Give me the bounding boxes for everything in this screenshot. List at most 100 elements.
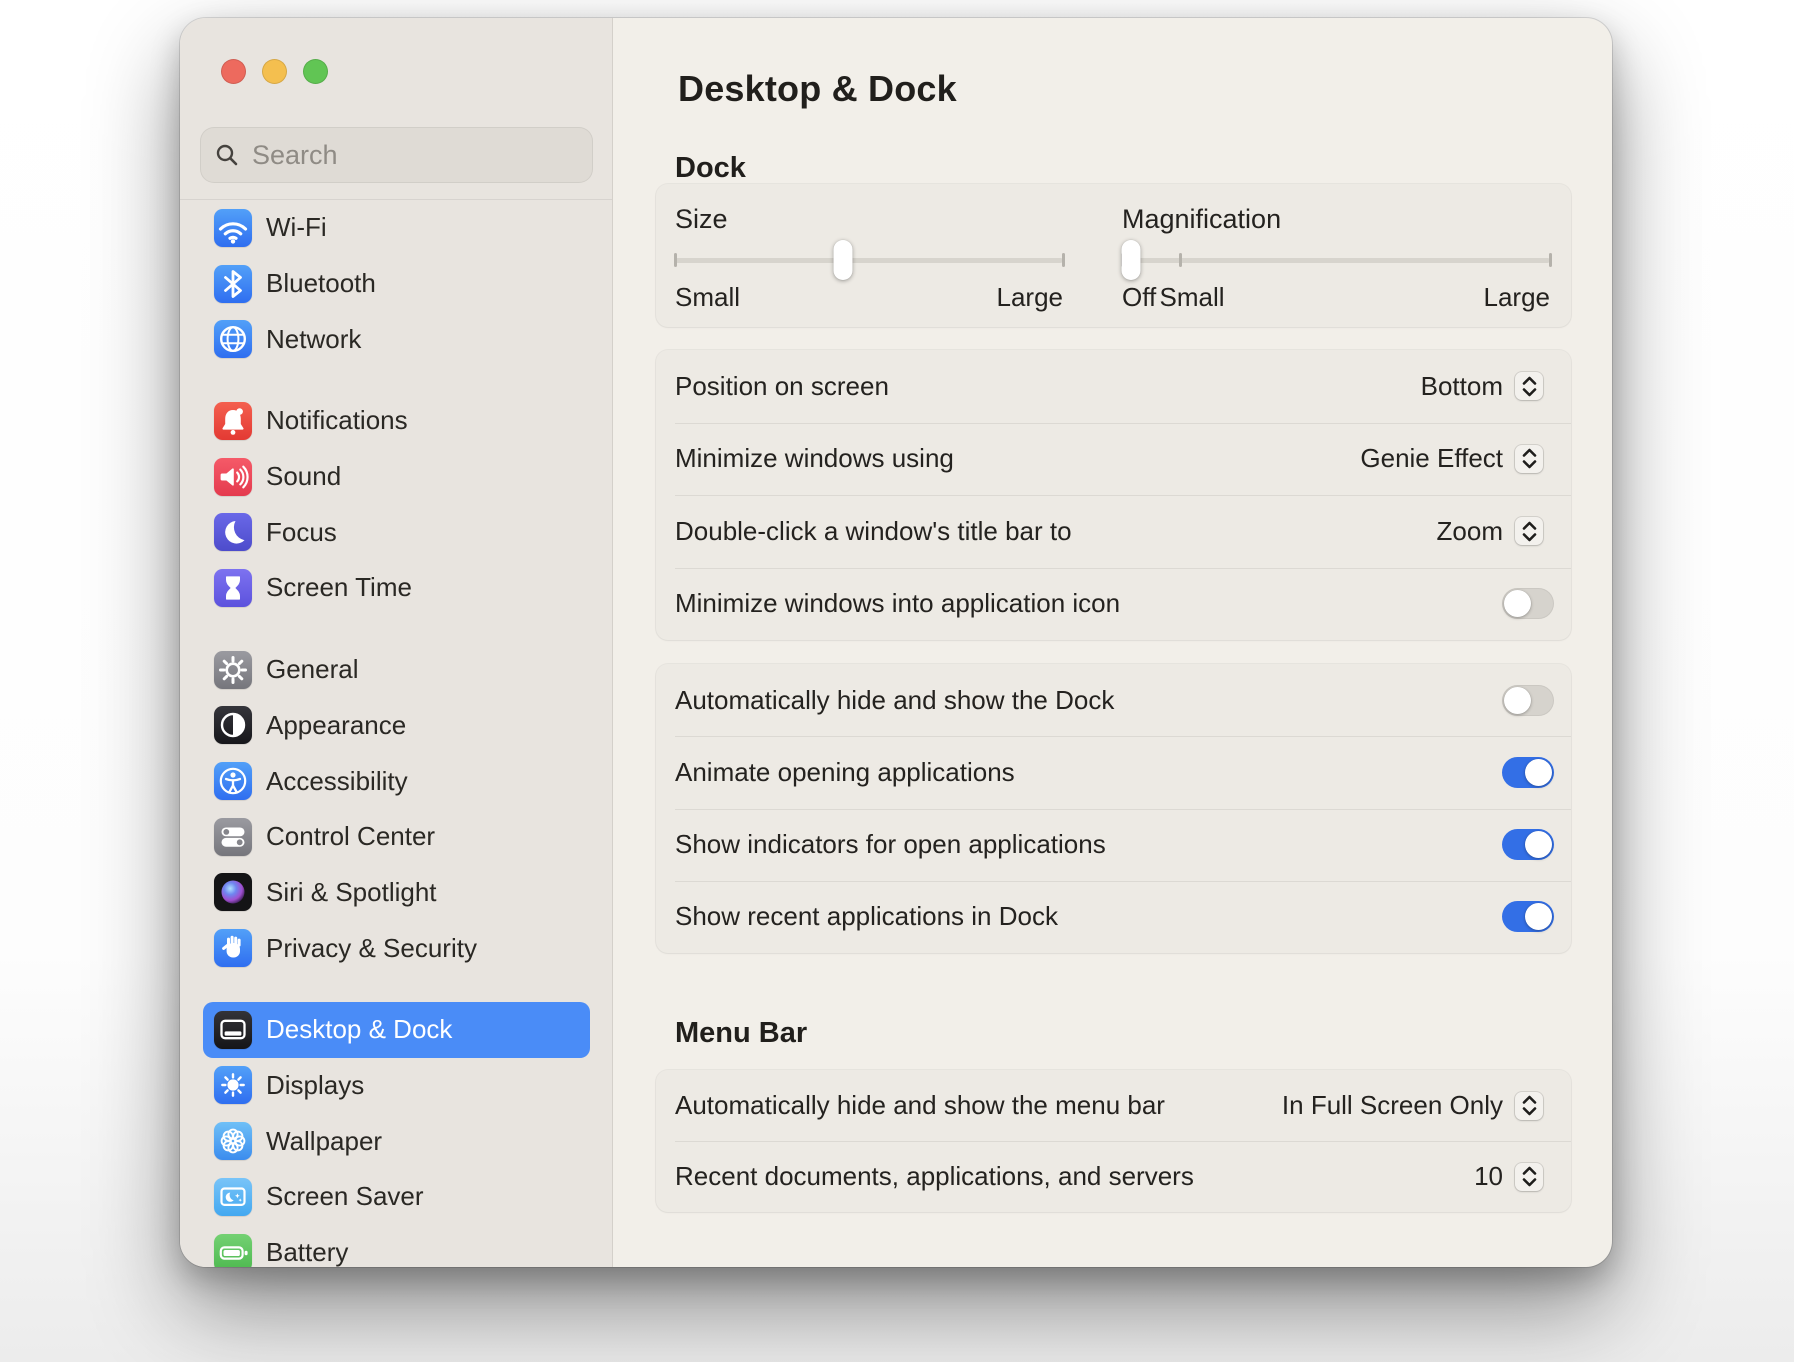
magnification-max-label: Large bbox=[1484, 282, 1551, 313]
sidebar-item-focus[interactable]: Focus bbox=[203, 504, 590, 560]
screen-saver-icon bbox=[214, 1178, 252, 1216]
system-settings-window: Wi-Fi Bluetooth Network Notifications bbox=[180, 18, 1612, 1267]
accessibility-person-icon bbox=[214, 762, 252, 800]
content-pane: Desktop & Dock Dock Size Small Large Mag… bbox=[613, 18, 1612, 1267]
sidebar: Wi-Fi Bluetooth Network Notifications bbox=[180, 18, 613, 1267]
auto-hide-dock-row: Automatically hide and show the Dock bbox=[656, 664, 1571, 736]
sidebar-item-label: Wi-Fi bbox=[266, 212, 327, 243]
sidebar-item-label: Focus bbox=[266, 517, 337, 548]
recent-documents-popup[interactable]: 10 bbox=[1474, 1161, 1543, 1192]
sidebar-item-control-center[interactable]: Control Center bbox=[203, 809, 590, 865]
popup-value: Zoom bbox=[1437, 516, 1503, 547]
size-min-label: Small bbox=[675, 282, 740, 313]
bell-icon bbox=[214, 402, 252, 440]
sidebar-item-label: Network bbox=[266, 324, 361, 355]
minimize-into-app-icon-toggle[interactable] bbox=[1502, 588, 1554, 619]
size-slider-thumb[interactable] bbox=[834, 240, 853, 280]
dock-behavior-card: Position on screen Bottom Minimize windo… bbox=[656, 350, 1571, 640]
dock-sliders-card: Size Small Large Magnification Off Small… bbox=[656, 184, 1571, 327]
show-recent-apps-row: Show recent applications in Dock bbox=[656, 881, 1571, 953]
sidebar-item-wallpaper[interactable]: Wallpaper bbox=[203, 1113, 590, 1169]
search-field[interactable] bbox=[200, 127, 593, 183]
sidebar-item-label: Accessibility bbox=[266, 766, 408, 797]
chevron-up-down-icon bbox=[1515, 372, 1543, 400]
sidebar-item-desktop-dock[interactable]: Desktop & Dock bbox=[203, 1002, 590, 1058]
sidebar-item-appearance[interactable]: Appearance bbox=[203, 698, 590, 754]
hourglass-icon bbox=[214, 569, 252, 607]
show-indicators-toggle[interactable] bbox=[1502, 829, 1554, 860]
sidebar-item-privacy-security[interactable]: Privacy & Security bbox=[203, 920, 590, 976]
chevron-up-down-icon bbox=[1515, 445, 1543, 473]
position-on-screen-row: Position on screen Bottom bbox=[656, 350, 1571, 423]
chevron-up-down-icon bbox=[1515, 1092, 1543, 1120]
popup-value: Genie Effect bbox=[1360, 443, 1503, 474]
gear-icon bbox=[214, 651, 252, 689]
sidebar-item-displays[interactable]: Displays bbox=[203, 1058, 590, 1114]
hand-icon bbox=[214, 929, 252, 967]
minimize-button[interactable] bbox=[262, 59, 287, 84]
size-slider[interactable] bbox=[675, 258, 1063, 263]
position-popup[interactable]: Bottom bbox=[1421, 371, 1543, 402]
magnification-slider[interactable] bbox=[1122, 258, 1550, 263]
double-click-action-popup[interactable]: Zoom bbox=[1437, 516, 1543, 547]
sun-icon bbox=[214, 1066, 252, 1104]
menu-bar-card: Automatically hide and show the menu bar… bbox=[656, 1070, 1571, 1212]
slider-small-tick bbox=[1179, 253, 1182, 267]
auto-hide-dock-toggle[interactable] bbox=[1502, 685, 1554, 716]
row-label: Automatically hide and show the Dock bbox=[675, 685, 1114, 716]
sidebar-item-wifi[interactable]: Wi-Fi bbox=[203, 200, 590, 256]
show-recent-apps-toggle[interactable] bbox=[1502, 901, 1554, 932]
section-header-menu-bar: Menu Bar bbox=[675, 1017, 807, 1050]
slider-end-tick bbox=[1062, 253, 1065, 267]
sidebar-item-notifications[interactable]: Notifications bbox=[203, 393, 590, 449]
moon-icon bbox=[214, 513, 252, 551]
popup-value: 10 bbox=[1474, 1161, 1503, 1192]
close-button[interactable] bbox=[221, 59, 246, 84]
sidebar-item-label: Battery bbox=[266, 1237, 348, 1267]
auto-hide-menu-bar-popup[interactable]: In Full Screen Only bbox=[1282, 1090, 1543, 1121]
show-indicators-row: Show indicators for open applications bbox=[656, 809, 1571, 881]
flower-icon bbox=[214, 1122, 252, 1160]
search-icon bbox=[214, 142, 240, 168]
desktop-dock-icon bbox=[214, 1011, 252, 1049]
size-max-label: Large bbox=[997, 282, 1064, 313]
row-label: Minimize windows using bbox=[675, 443, 954, 474]
window-controls bbox=[221, 59, 328, 84]
row-label: Recent documents, applications, and serv… bbox=[675, 1161, 1194, 1192]
sidebar-item-general[interactable]: General bbox=[203, 642, 590, 698]
wifi-icon bbox=[214, 209, 252, 247]
sidebar-item-screen-time[interactable]: Screen Time bbox=[203, 560, 590, 616]
sidebar-item-battery[interactable]: Battery bbox=[203, 1225, 590, 1267]
magnification-off-label: Off bbox=[1122, 282, 1156, 313]
minimize-windows-using-row: Minimize windows using Genie Effect bbox=[656, 423, 1571, 496]
sidebar-item-label: Wallpaper bbox=[266, 1126, 382, 1157]
page-title: Desktop & Dock bbox=[678, 68, 957, 110]
sidebar-item-accessibility[interactable]: Accessibility bbox=[203, 753, 590, 809]
sidebar-item-label: Displays bbox=[266, 1070, 364, 1101]
toggle-knob bbox=[1504, 590, 1531, 617]
popup-value: In Full Screen Only bbox=[1282, 1090, 1503, 1121]
minimize-effect-popup[interactable]: Genie Effect bbox=[1360, 443, 1543, 474]
animate-opening-toggle[interactable] bbox=[1502, 757, 1554, 788]
sidebar-item-screen-saver[interactable]: Screen Saver bbox=[203, 1169, 590, 1225]
search-input[interactable] bbox=[250, 139, 608, 172]
sidebar-item-siri-spotlight[interactable]: Siri & Spotlight bbox=[203, 865, 590, 921]
toggle-knob bbox=[1525, 831, 1552, 858]
sidebar-item-label: Sound bbox=[266, 461, 341, 492]
toggles-icon bbox=[214, 818, 252, 856]
animate-opening-row: Animate opening applications bbox=[656, 736, 1571, 808]
slider-end-tick bbox=[1549, 253, 1552, 267]
minimize-into-app-icon-row: Minimize windows into application icon bbox=[656, 568, 1571, 641]
sidebar-item-label: Screen Time bbox=[266, 572, 412, 603]
row-label: Position on screen bbox=[675, 371, 889, 402]
siri-orb-icon bbox=[214, 873, 252, 911]
sidebar-item-network[interactable]: Network bbox=[203, 311, 590, 367]
zoom-button[interactable] bbox=[303, 59, 328, 84]
sidebar-list: Wi-Fi Bluetooth Network Notifications bbox=[180, 199, 612, 1267]
magnification-slider-thumb[interactable] bbox=[1121, 240, 1140, 280]
sidebar-item-sound[interactable]: Sound bbox=[203, 449, 590, 505]
bluetooth-icon bbox=[214, 265, 252, 303]
sidebar-item-label: Appearance bbox=[266, 710, 406, 741]
contrast-circle-icon bbox=[214, 706, 252, 744]
sidebar-item-bluetooth[interactable]: Bluetooth bbox=[203, 256, 590, 312]
